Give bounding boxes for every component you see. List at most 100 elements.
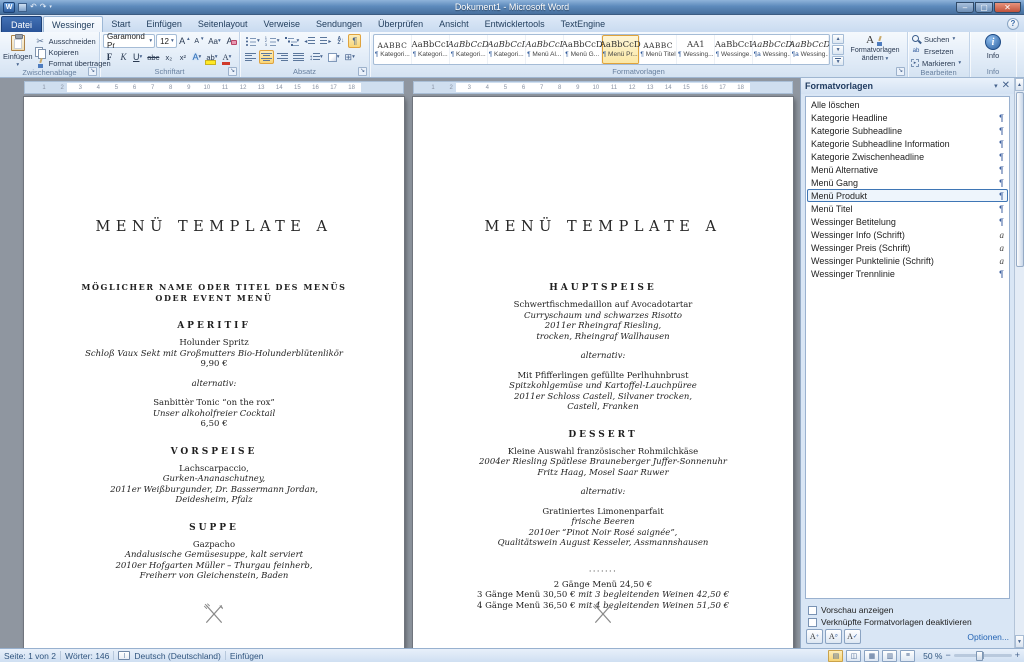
- tab-überprüfen[interactable]: Überprüfen: [370, 16, 431, 32]
- page-indicator[interactable]: Seite: 1 von 2: [4, 651, 56, 661]
- numbering-button[interactable]: ▾: [263, 34, 282, 48]
- bold-button[interactable]: F: [103, 50, 116, 64]
- word-count[interactable]: Wörter: 146: [65, 651, 109, 661]
- strikethrough-button[interactable]: abc: [145, 50, 161, 64]
- style-gallery-item[interactable]: AaBbCcI¶ Kategori...: [488, 35, 526, 64]
- gallery-down-icon[interactable]: ▼: [832, 45, 844, 55]
- style-item[interactable]: Kategorie Subheadline Information¶: [807, 137, 1008, 150]
- word-logo-icon[interactable]: W: [3, 2, 15, 13]
- outline-view-button[interactable]: ▥: [882, 650, 897, 662]
- tab-ansicht[interactable]: Ansicht: [431, 16, 477, 32]
- print-layout-view-button[interactable]: ▤: [828, 650, 843, 662]
- fullscreen-reading-view-button[interactable]: ◫: [846, 650, 861, 662]
- replace-button[interactable]: abErsetzen: [911, 46, 966, 56]
- horizontal-ruler[interactable]: 123456789101112131415161718 123456789101…: [0, 81, 800, 94]
- qat-dropdown-icon[interactable]: ▾: [49, 2, 52, 12]
- page-2[interactable]: MENÜ TEMPLATE AHAUPTSPEISESchwertfischme…: [413, 97, 793, 648]
- scroll-up-icon[interactable]: ▲: [1015, 78, 1024, 91]
- tab-einfügen[interactable]: Einfügen: [138, 16, 190, 32]
- bullets-button[interactable]: ▾: [243, 34, 262, 48]
- tab-wessinger[interactable]: Wessinger: [43, 16, 103, 32]
- shrink-font-button[interactable]: A▼: [193, 34, 206, 48]
- borders-button[interactable]: ⊞▾: [343, 50, 357, 64]
- decrease-indent-button[interactable]: ◂: [302, 34, 317, 48]
- font-name-select[interactable]: Garamond Pr▾: [103, 34, 155, 48]
- zoom-slider[interactable]: [954, 654, 1012, 657]
- new-style-button[interactable]: A+: [806, 629, 823, 644]
- paragraph-dialog-launcher[interactable]: ↘: [358, 67, 367, 76]
- style-item[interactable]: Wessinger Info (Schrift)a: [807, 228, 1008, 241]
- align-right-button[interactable]: [275, 50, 290, 64]
- style-gallery-item[interactable]: AaBbCcD¶ Kategori...: [450, 35, 488, 64]
- tab-sendungen[interactable]: Sendungen: [308, 16, 370, 32]
- text-effects-button[interactable]: A▾: [190, 50, 203, 64]
- gallery-up-icon[interactable]: ▲: [832, 34, 844, 44]
- multilevel-list-button[interactable]: ▾: [283, 34, 302, 48]
- tab-verweise[interactable]: Verweise: [255, 16, 308, 32]
- tab-entwicklertools[interactable]: Entwicklertools: [477, 16, 553, 32]
- style-gallery-item[interactable]: AABBC¶ Kategori...: [374, 35, 412, 64]
- save-icon[interactable]: [18, 3, 27, 12]
- style-item[interactable]: Menü Produkt¶: [807, 189, 1008, 202]
- line-spacing-button[interactable]: ↕▾: [307, 50, 325, 64]
- select-button[interactable]: ▸Markieren▾: [911, 58, 966, 68]
- styles-pane-header[interactable]: Formatvorlagen ▾ ✕: [801, 78, 1014, 94]
- change-case-button[interactable]: Aa▾: [207, 34, 222, 48]
- style-item[interactable]: Kategorie Subheadline¶: [807, 124, 1008, 137]
- minimize-button[interactable]: –: [956, 2, 974, 13]
- style-item[interactable]: Wessinger Trennlinie¶: [807, 267, 1008, 280]
- italic-button[interactable]: K: [117, 50, 130, 64]
- style-item[interactable]: Menü Alternative¶: [807, 163, 1008, 176]
- tab-datei[interactable]: Datei: [1, 16, 42, 32]
- subscript-button[interactable]: x₂: [162, 50, 175, 64]
- style-item[interactable]: Wessinger Preis (Schrift)a: [807, 241, 1008, 254]
- increase-indent-button[interactable]: ▸: [318, 34, 333, 48]
- zoom-out-button[interactable]: −: [945, 651, 950, 660]
- style-item[interactable]: Alle löschen: [807, 98, 1008, 111]
- style-gallery-item[interactable]: AABBC¶ Menü Titel: [640, 35, 678, 64]
- gallery-more-icon[interactable]: ▼: [832, 56, 844, 66]
- help-icon[interactable]: ?: [1007, 18, 1019, 30]
- zoom-level[interactable]: 50 %: [918, 651, 942, 661]
- draft-view-button[interactable]: ≡: [900, 650, 915, 662]
- find-button[interactable]: Suchen▾: [911, 34, 966, 44]
- manage-styles-button[interactable]: A✓: [844, 629, 861, 644]
- tab-seitenlayout[interactable]: Seitenlayout: [190, 16, 256, 32]
- disable-linked-checkbox[interactable]: [808, 618, 817, 627]
- scroll-thumb[interactable]: [1016, 92, 1024, 267]
- options-link[interactable]: Optionen...: [967, 632, 1009, 642]
- style-gallery-item[interactable]: AA1¶ Wessing...: [677, 35, 715, 64]
- style-gallery-item[interactable]: AaBbCcI¶ Menü Al...: [526, 35, 564, 64]
- scroll-down-icon[interactable]: ▼: [1015, 635, 1024, 648]
- style-gallery-item[interactable]: AaBbCcI¶ Kategori...: [412, 35, 450, 64]
- font-size-select[interactable]: 12▾: [156, 34, 177, 48]
- show-formatting-marks-button[interactable]: ¶: [348, 34, 361, 48]
- highlight-color-button[interactable]: ab▾: [204, 50, 219, 64]
- style-gallery-item[interactable]: AaBbCcD¶ Menü Pr...: [602, 35, 640, 64]
- tab-textengine[interactable]: TextEngine: [553, 16, 614, 32]
- insert-mode-indicator[interactable]: Einfügen: [230, 651, 264, 661]
- tab-start[interactable]: Start: [103, 16, 138, 32]
- show-preview-checkbox[interactable]: [808, 606, 817, 615]
- clipboard-dialog-launcher[interactable]: ↘: [88, 67, 97, 76]
- undo-icon[interactable]: ↶: [30, 2, 37, 12]
- superscript-button[interactable]: x²: [176, 50, 189, 64]
- grow-font-button[interactable]: A▲: [178, 34, 192, 48]
- proofing-icon[interactable]: [118, 651, 130, 660]
- align-center-button[interactable]: [259, 50, 274, 64]
- font-dialog-launcher[interactable]: ↘: [228, 67, 237, 76]
- pane-menu-icon[interactable]: ▾: [994, 82, 998, 90]
- language-indicator[interactable]: Deutsch (Deutschland): [134, 651, 220, 661]
- close-button[interactable]: ✕: [994, 2, 1021, 13]
- style-inspector-button[interactable]: A⌕: [825, 629, 842, 644]
- style-item[interactable]: Menü Gang¶: [807, 176, 1008, 189]
- page-1[interactable]: MENÜ TEMPLATE AMÖGLICHER NAME ODER TITEL…: [24, 97, 404, 648]
- underline-button[interactable]: U▾: [131, 50, 144, 64]
- style-item[interactable]: Menü Titel¶: [807, 202, 1008, 215]
- style-gallery-item[interactable]: AaBbCcI¶ Wessinge...: [715, 35, 753, 64]
- document-scrollbar[interactable]: ▲ ▼: [1014, 78, 1024, 648]
- sort-button[interactable]: AZ↓: [334, 34, 347, 48]
- pane-close-icon[interactable]: ✕: [1002, 81, 1010, 91]
- style-item[interactable]: Kategorie Zwischenheadline¶: [807, 150, 1008, 163]
- maximize-button[interactable]: ▢: [975, 2, 993, 13]
